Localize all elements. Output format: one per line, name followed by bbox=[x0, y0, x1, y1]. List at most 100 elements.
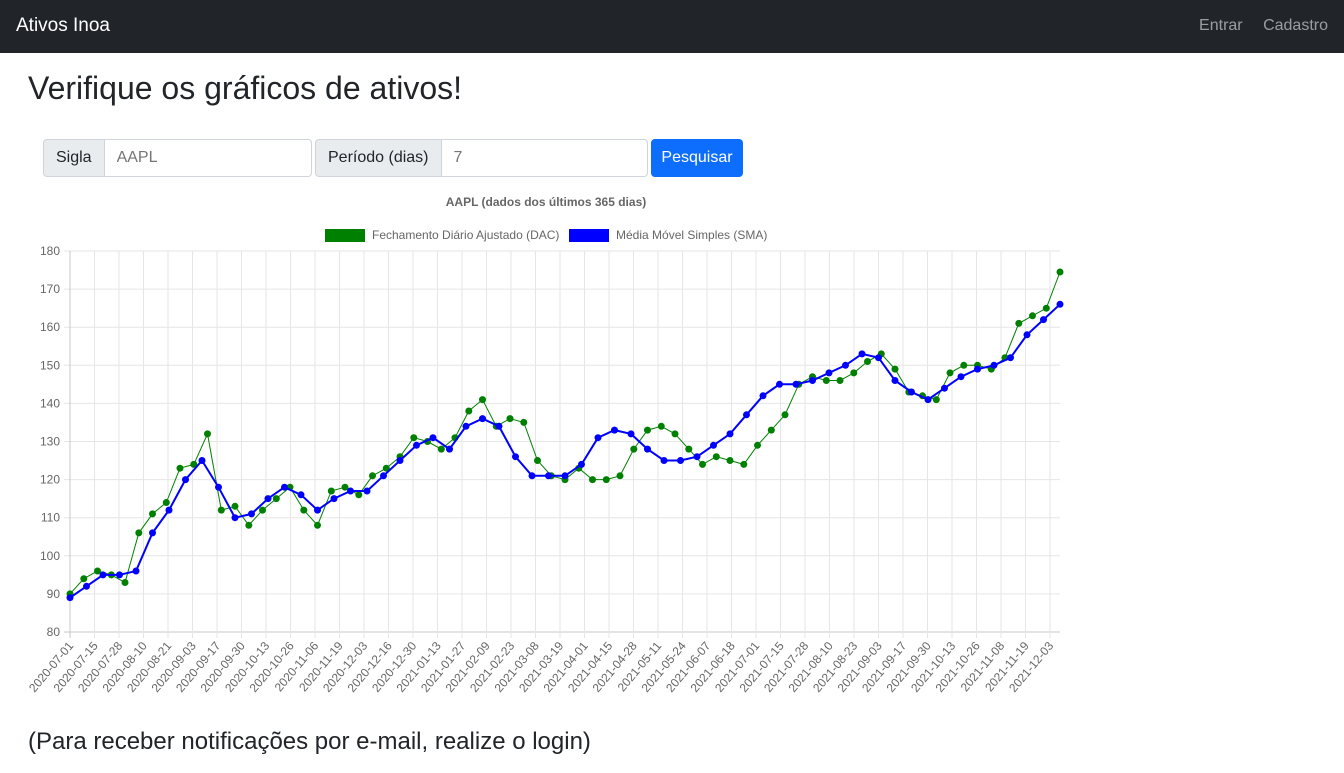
series-1-point bbox=[314, 506, 321, 514]
series-1-point bbox=[743, 411, 750, 419]
series-1-point bbox=[710, 441, 717, 449]
series-1-point bbox=[248, 510, 255, 518]
series-0-point bbox=[314, 521, 321, 529]
period-group: Período (dias) bbox=[315, 139, 648, 177]
price-chart: AAPL (dados dos últimos 365 dias) Fechame… bbox=[26, 195, 1064, 695]
series-0-point bbox=[437, 445, 445, 453]
symbol-label: Sigla bbox=[43, 139, 105, 177]
series-0-point bbox=[712, 453, 720, 461]
series-0-point bbox=[932, 396, 940, 404]
series-0-point bbox=[685, 445, 693, 453]
series-1-point bbox=[1056, 300, 1064, 308]
series-0-point bbox=[369, 472, 376, 480]
series-1-point bbox=[924, 396, 932, 404]
series-1-point bbox=[858, 350, 866, 358]
series-0-point bbox=[121, 579, 129, 586]
series-1-point bbox=[908, 388, 915, 396]
series-1-point bbox=[479, 415, 486, 423]
series-0-point bbox=[204, 430, 211, 438]
series-0-point bbox=[589, 476, 596, 484]
series-0-point bbox=[740, 460, 748, 468]
y-tick-label: 90 bbox=[47, 587, 61, 601]
y-tick-label: 100 bbox=[40, 549, 60, 563]
nav-links: Entrar Cadastro bbox=[1183, 17, 1328, 35]
y-tick-label: 120 bbox=[40, 473, 60, 487]
series-1-point bbox=[1023, 331, 1031, 339]
series-1-point bbox=[545, 472, 552, 480]
navbar: Ativos Inoa Entrar Cadastro bbox=[0, 0, 1344, 53]
chart-title: AAPL (dados dos últimos 365 dias) bbox=[446, 195, 646, 209]
series-1-point bbox=[429, 434, 437, 442]
page-title: Verifique os gráficos de ativos! bbox=[28, 70, 463, 106]
series-1-point bbox=[974, 365, 981, 373]
series-0-point bbox=[245, 521, 253, 529]
series-1-point bbox=[594, 434, 602, 442]
y-tick-label: 180 bbox=[40, 244, 60, 258]
register-link[interactable]: Cadastro bbox=[1263, 17, 1328, 34]
series-0-point bbox=[616, 472, 624, 480]
y-tick-label: 140 bbox=[40, 396, 60, 410]
series-0-point bbox=[960, 361, 968, 369]
series-0-point bbox=[80, 575, 88, 583]
series-1-point bbox=[165, 506, 173, 514]
series-0-point bbox=[506, 415, 514, 423]
series-0-point bbox=[754, 441, 761, 449]
series-1-point bbox=[578, 460, 585, 468]
series-0-point bbox=[630, 445, 638, 453]
y-tick-label: 80 bbox=[47, 625, 61, 639]
series-0-point bbox=[946, 369, 954, 377]
series-1-point bbox=[875, 354, 882, 362]
series-1-point bbox=[660, 457, 668, 464]
series-1-point bbox=[297, 491, 305, 499]
series-1-point bbox=[182, 476, 189, 484]
brand[interactable]: Ativos Inoa bbox=[16, 15, 110, 37]
series-0-point bbox=[1056, 268, 1064, 276]
series-1-point bbox=[132, 567, 140, 575]
y-tick-label: 110 bbox=[41, 511, 60, 525]
y-tick-label: 150 bbox=[40, 358, 60, 372]
legend-swatch-1 bbox=[569, 229, 609, 242]
series-0-point bbox=[1029, 312, 1036, 320]
login-notice: (Para receber notificações por e-mail, r… bbox=[28, 728, 591, 755]
series-1-point bbox=[380, 472, 387, 480]
series-0-point bbox=[850, 369, 858, 377]
search-button[interactable]: Pesquisar bbox=[651, 139, 743, 177]
series-1-point bbox=[281, 483, 288, 491]
series-1-point bbox=[644, 445, 651, 453]
series-1-point bbox=[116, 571, 123, 579]
series-1-point bbox=[446, 445, 453, 453]
series-0-point bbox=[465, 407, 473, 415]
series-1-point bbox=[1040, 316, 1047, 324]
y-tick-label: 160 bbox=[40, 320, 60, 334]
series-0-point bbox=[644, 426, 651, 434]
period-input[interactable] bbox=[441, 139, 648, 177]
series-0-point bbox=[231, 502, 239, 510]
series-1-point bbox=[66, 594, 74, 602]
symbol-input[interactable] bbox=[104, 139, 312, 177]
legend-label-0: Fechamento Diário Ajustado (DAC) bbox=[372, 228, 559, 242]
series-0-point bbox=[135, 529, 143, 537]
series-1-point bbox=[677, 457, 684, 464]
series-1-point bbox=[891, 377, 899, 384]
series-1-point bbox=[528, 472, 536, 480]
series-1-point bbox=[759, 392, 767, 400]
series-0-point bbox=[1015, 319, 1023, 327]
series-1-point bbox=[693, 453, 701, 461]
login-link[interactable]: Entrar bbox=[1199, 17, 1243, 34]
series-1-point bbox=[198, 457, 206, 464]
series-1-point bbox=[215, 483, 222, 491]
series-0-point bbox=[149, 510, 156, 518]
series-1-point bbox=[792, 380, 800, 388]
series-1-point bbox=[83, 582, 90, 590]
series-0-point bbox=[217, 506, 225, 514]
series-0-point bbox=[822, 377, 830, 384]
series-1-point bbox=[330, 495, 338, 503]
series-0-point bbox=[891, 365, 899, 373]
series-1-point bbox=[561, 472, 569, 480]
series-0-point bbox=[162, 499, 170, 506]
series-0-point bbox=[355, 491, 363, 499]
series-0-point bbox=[1042, 304, 1050, 312]
series-1-point bbox=[957, 373, 965, 381]
series-0-point bbox=[272, 495, 280, 503]
y-tick-label: 170 bbox=[40, 282, 60, 296]
